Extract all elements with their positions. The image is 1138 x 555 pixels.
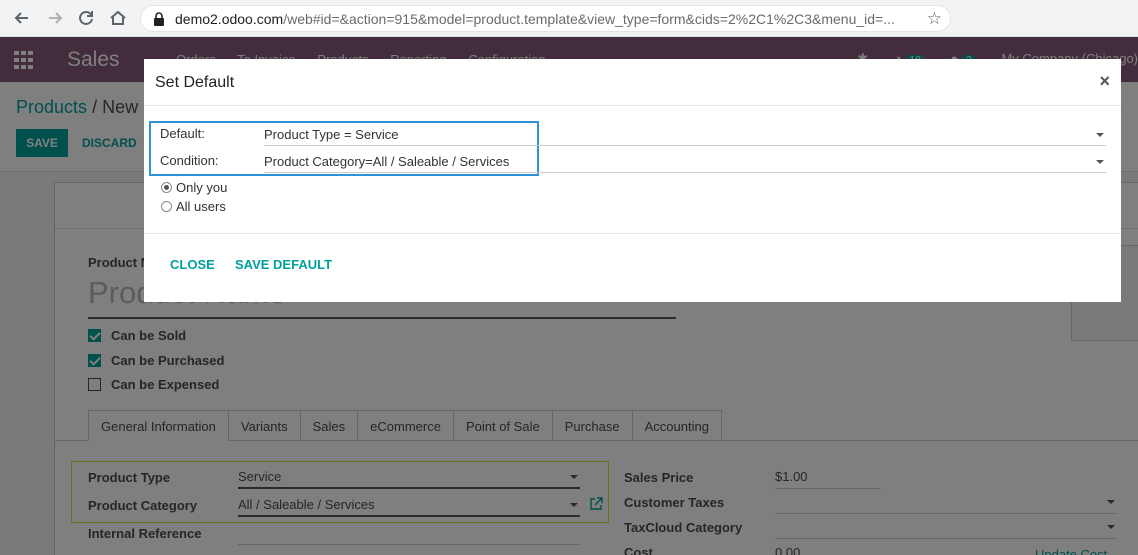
chevron-down-icon [1096, 133, 1104, 137]
radio-all-users-label: All users [176, 199, 226, 214]
condition-label: Condition: [160, 153, 219, 168]
radio-selected-icon[interactable] [161, 182, 172, 193]
lock-icon[interactable] [153, 12, 165, 29]
condition-select[interactable]: Product Category=All / Saleable / Servic… [264, 151, 1106, 173]
modal-body: Default: Product Type = Service Conditio… [144, 107, 1121, 234]
close-button[interactable]: CLOSE [170, 257, 215, 272]
browser-toolbar: demo2.odoo.com/web#id=&action=915&model=… [0, 0, 1138, 37]
condition-value: Product Category=All / Saleable / Servic… [264, 154, 510, 169]
radio-only-you-label: Only you [176, 180, 228, 195]
set-default-dialog: Set Default × Default: Product Type = Se… [144, 59, 1121, 302]
reload-icon[interactable] [76, 8, 96, 28]
default-value: Product Type = Service [264, 127, 399, 142]
radio-unselected-icon[interactable] [161, 201, 172, 212]
modal-header: Set Default × [144, 59, 1121, 106]
save-default-button[interactable]: SAVE DEFAULT [235, 257, 332, 272]
back-arrow-icon[interactable] [12, 8, 32, 28]
url-text: demo2.odoo.com/web#id=&action=915&model=… [175, 11, 895, 27]
address-bar[interactable]: demo2.odoo.com/web#id=&action=915&model=… [140, 5, 951, 32]
close-icon[interactable]: × [1099, 71, 1110, 92]
default-select[interactable]: Product Type = Service [264, 124, 1106, 146]
radio-only-you[interactable]: Only you [161, 180, 227, 195]
chevron-down-icon [1096, 160, 1104, 164]
radio-all-users[interactable]: All users [161, 199, 226, 214]
default-label: Default: [160, 126, 205, 141]
modal-title: Set Default [155, 74, 235, 91]
home-icon[interactable] [108, 8, 128, 28]
forward-arrow-icon[interactable] [45, 8, 65, 28]
bookmark-star-icon[interactable]: ☆ [927, 9, 942, 29]
